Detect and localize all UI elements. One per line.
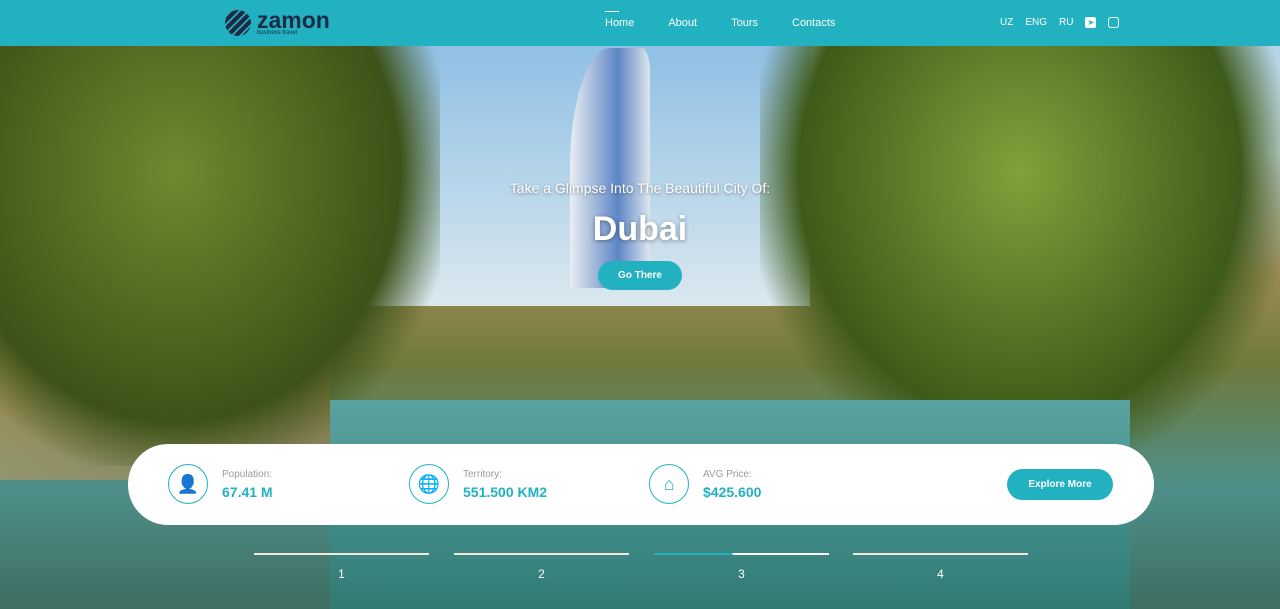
slide-pager-1[interactable]: 1 (254, 553, 429, 581)
lang-ru[interactable]: RU (1059, 17, 1073, 28)
globe-icon: 🌐 (409, 464, 449, 504)
telegram-icon[interactable]: ➤ (1085, 17, 1097, 28)
stat-price: ⌂ AVG Price: $425.600 (649, 464, 761, 504)
pager-bar (254, 553, 429, 555)
nav-tours[interactable]: Tours (731, 17, 758, 29)
hero: Take a Glimpse Into The Beautiful City O… (0, 180, 1280, 290)
instagram-icon[interactable] (1108, 17, 1120, 28)
stat-value: 67.41 M (222, 483, 273, 500)
lang-eng[interactable]: ENG (1025, 17, 1047, 28)
stat-value: 551.500 KM2 (463, 483, 548, 500)
pager-number: 2 (538, 567, 545, 581)
logo[interactable]: zamon business travel (225, 7, 330, 36)
top-header: zamon business travel Home About Tours Co… (0, 0, 1280, 46)
slide-pager-4[interactable]: 4 (853, 553, 1028, 581)
stats-card: 👤 Population: 67.41 M 🌐 Territory: 551.500… (128, 444, 1154, 525)
globe-logo-icon (225, 10, 251, 36)
language-switcher: UZ ENG RU ➤ (1000, 17, 1120, 28)
nav-contacts[interactable]: Contacts (792, 17, 835, 29)
stat-value: $425.600 (703, 483, 762, 500)
logo-name: zamon (257, 7, 330, 33)
go-there-button[interactable]: Go There (598, 261, 682, 290)
explore-more-button[interactable]: Explore More (1007, 469, 1113, 500)
slide-pager-3[interactable]: 3 (654, 553, 829, 581)
nav-about[interactable]: About (668, 17, 697, 29)
pager-bar (454, 553, 629, 555)
stat-population: 👤 Population: 67.41 M (168, 464, 273, 504)
user-icon: 👤 (168, 464, 208, 504)
lang-uz[interactable]: UZ (1000, 17, 1013, 28)
pager-bar-active (654, 553, 829, 555)
stat-territory: 🌐 Territory: 551.500 KM2 (409, 464, 547, 504)
pager-number: 4 (937, 567, 944, 581)
stat-label: AVG Price: (703, 468, 752, 480)
pager-number: 3 (738, 567, 745, 581)
main-nav: Home About Tours Contacts (605, 11, 835, 29)
stat-label: Territory: (463, 468, 502, 480)
stat-label: Population: (222, 468, 273, 480)
home-icon: ⌂ (649, 464, 689, 504)
pager-number: 1 (338, 567, 345, 581)
hero-title: Dubai (592, 210, 688, 248)
slide-pager-2[interactable]: 2 (454, 553, 629, 581)
nav-home[interactable]: Home (605, 11, 634, 29)
hero-subtitle: Take a Glimpse Into The Beautiful City O… (509, 180, 771, 196)
pager-bar (853, 553, 1028, 555)
